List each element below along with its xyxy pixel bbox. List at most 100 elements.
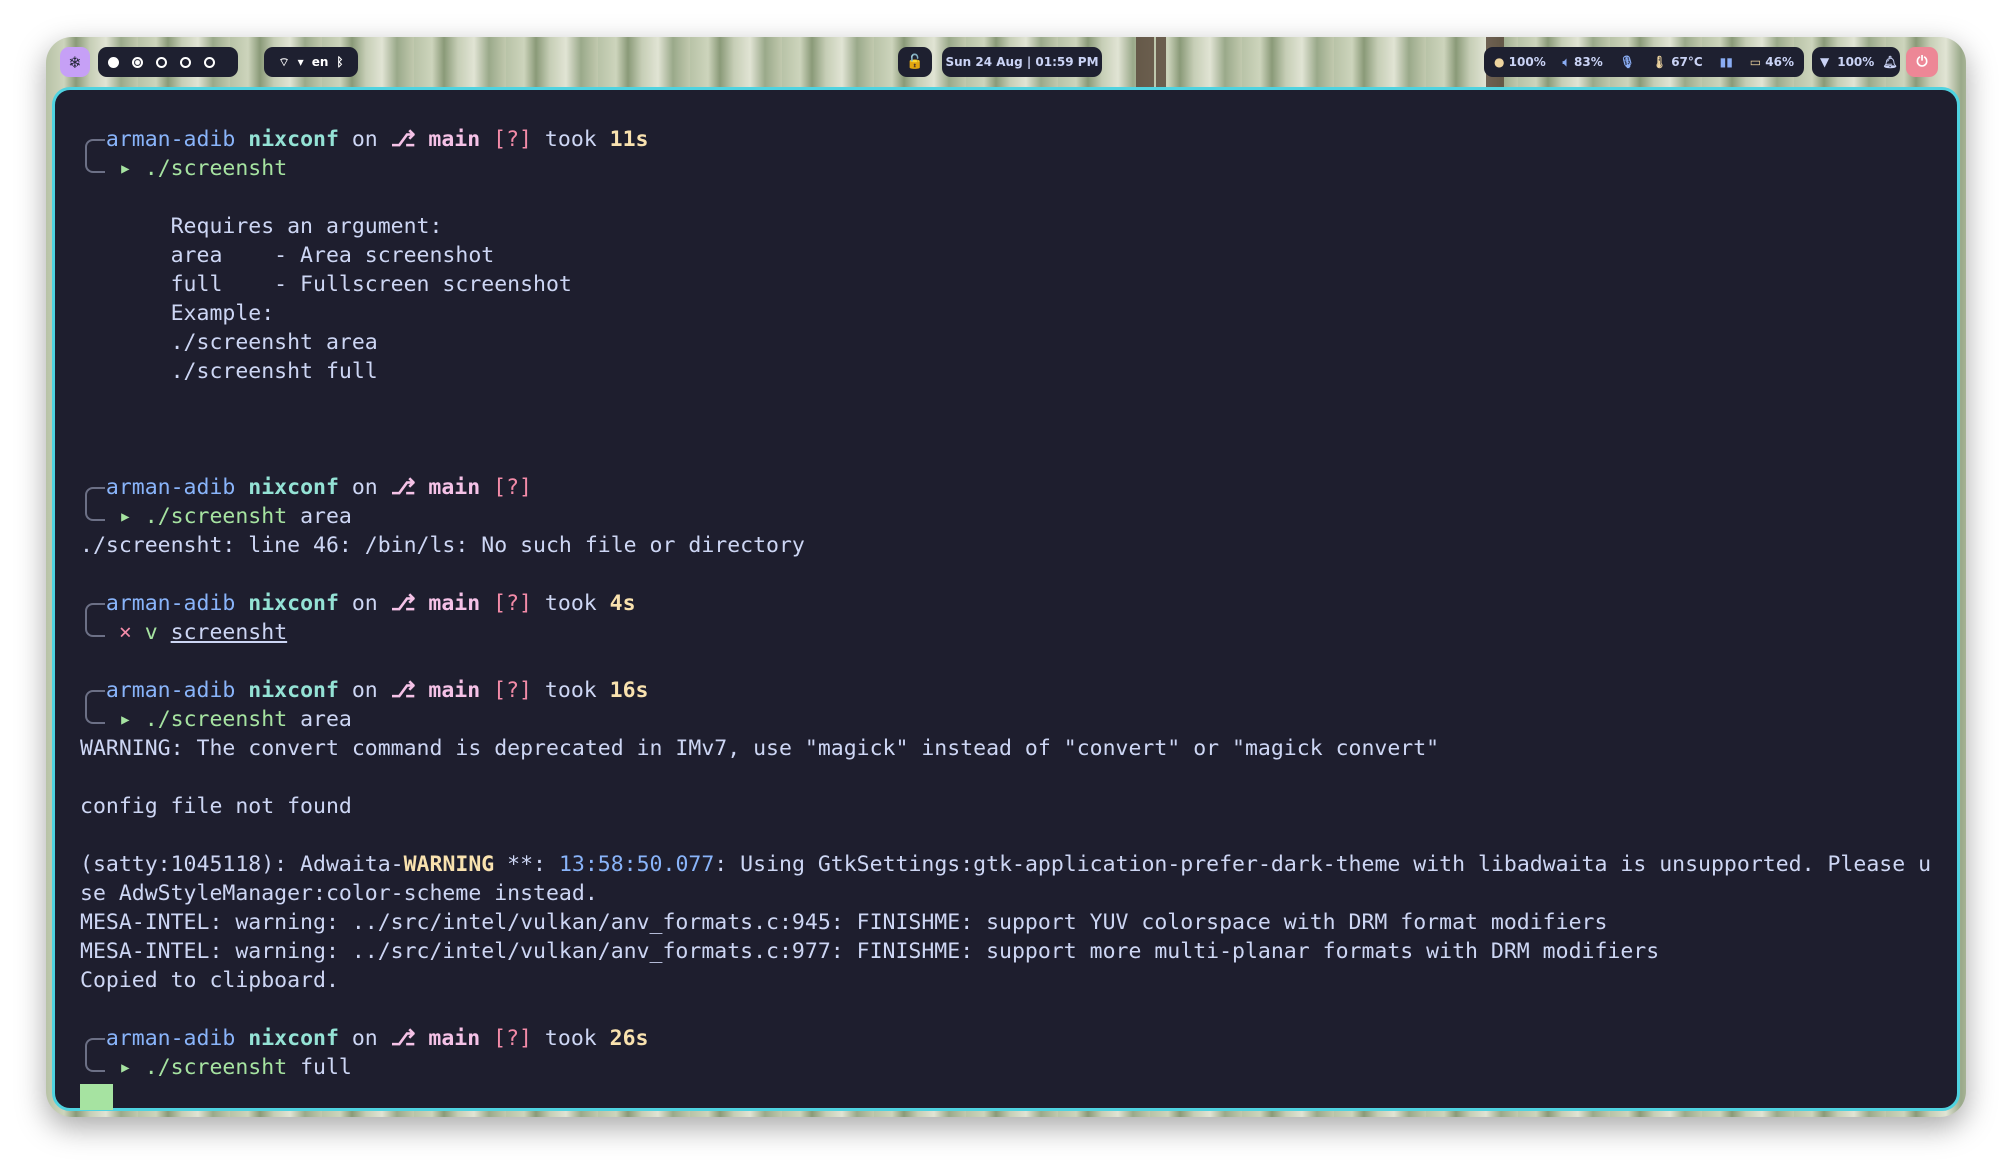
- nix-logo-icon[interactable]: ❄: [60, 47, 90, 77]
- prompt-arrow-icon: ▸: [118, 504, 132, 529]
- output-text: area - Area screenshot: [80, 243, 495, 268]
- cursor-line: [80, 1082, 1931, 1111]
- workspace-switcher[interactable]: [98, 47, 238, 77]
- command-indent: [80, 1055, 119, 1080]
- workspace-3[interactable]: [156, 56, 167, 68]
- command-line: ▸ ./screensht area: [80, 502, 1931, 531]
- prompt-took-label: took: [531, 1026, 610, 1051]
- workspace-5[interactable]: [204, 56, 215, 68]
- temperature-indicator: 🌡︎ 67°C: [1651, 55, 1703, 69]
- command-args: area: [287, 707, 352, 732]
- output-line: full - Fullscreen screenshot: [80, 270, 1931, 299]
- output-line: ./screensht: line 46: /bin/ls: No such f…: [80, 531, 1931, 560]
- output-text: Requires an argument:: [80, 214, 443, 239]
- prompt-user: arman-adib: [105, 678, 236, 703]
- prompt-status: [?]: [493, 475, 532, 500]
- wifi-signal-icon: ▼: [1820, 55, 1830, 69]
- output-text: WARNING: The convert command is deprecat…: [80, 736, 1440, 761]
- prompt-host: nixconf: [248, 678, 339, 703]
- notification-bell-icon[interactable]: 🔔︎: [1882, 55, 1897, 69]
- command-name: ./screensht: [144, 1055, 288, 1080]
- language-indicator[interactable]: en: [312, 55, 329, 69]
- command-name: ./screensht: [144, 707, 288, 732]
- wifi-status[interactable]: ▼ 100% 🔔︎: [1812, 47, 1900, 77]
- battery-indicator: ▭ 46%: [1749, 55, 1794, 69]
- command-args: area: [287, 504, 352, 529]
- wifi-strength: 100%: [1837, 55, 1875, 69]
- output-text: Example:: [80, 301, 275, 326]
- output-line: WARNING: The convert command is deprecat…: [80, 734, 1931, 763]
- terminal-cursor: [80, 1084, 113, 1110]
- output-line: MESA-INTEL: warning: ../src/intel/vulkan…: [80, 937, 1931, 966]
- desktop: ❄ ⌔ ▾ en ᛒ 🔓 Sun 24 Aug | 01:59 PM ● 100…: [46, 37, 1966, 1117]
- workspace-2[interactable]: [132, 56, 143, 68]
- bluetooth-icon[interactable]: ᛒ: [336, 55, 343, 69]
- command-name: ./screensht: [144, 156, 288, 181]
- output-text: **:: [494, 852, 559, 877]
- clock[interactable]: Sun 24 Aug | 01:59 PM: [942, 47, 1102, 77]
- output-line: se AdwStyleManager:color-scheme instead.: [80, 879, 1931, 908]
- workspace-4[interactable]: [180, 56, 191, 68]
- workspace-1[interactable]: [108, 56, 119, 68]
- prompt-took-label: took: [531, 591, 610, 616]
- prompt-error-icon: ×: [118, 620, 132, 645]
- prompt-user: arman-adib: [105, 591, 236, 616]
- output-line: config file not found: [80, 792, 1931, 821]
- output-line: Example:: [80, 299, 1931, 328]
- prompt-on: on: [338, 1026, 391, 1051]
- volume-indicator[interactable]: 🔈︎ 83%: [1563, 55, 1603, 70]
- prompt-on: on: [338, 127, 391, 152]
- output-text: se AdwStyleManager:color-scheme instead.: [80, 881, 598, 906]
- prompt-branch: ⎇ main: [390, 1026, 481, 1051]
- vpn-icon[interactable]: ▾: [298, 55, 304, 69]
- prompt-line: arman-adib nixconf on ⎇ main [?]: [80, 473, 1931, 521]
- command-name: ./screensht: [144, 504, 288, 529]
- power-icon[interactable]: ⏻: [1906, 47, 1938, 77]
- cpu-graph-icon[interactable]: ▮▮: [1720, 55, 1733, 69]
- brightness-indicator[interactable]: ● 100%: [1494, 55, 1546, 69]
- terminal-output: arman-adib nixconf on ⎇ main [?] took 11…: [80, 125, 1931, 1111]
- output-line: Copied to clipboard.: [80, 966, 1931, 995]
- command-line: ▸ ./screensht full: [80, 1053, 1931, 1082]
- output-text: (satty:1045118): Adwaita-: [80, 852, 404, 877]
- wifi-icon[interactable]: ⌔: [278, 55, 289, 70]
- command-indent: [80, 620, 119, 645]
- prompt-host: nixconf: [248, 475, 339, 500]
- log-timestamp: 13:58:50.077: [558, 852, 715, 877]
- microphone-icon[interactable]: 🎙︎: [1620, 55, 1635, 69]
- prompt-user: arman-adib: [105, 127, 236, 152]
- output-text: MESA-INTEL: warning: ../src/intel/vulkan…: [80, 910, 1608, 935]
- prompt-took-duration: 26s: [609, 1026, 649, 1051]
- warning-label: WARNING: [403, 852, 495, 877]
- command-indent: [80, 504, 119, 529]
- prompt-branch: ⎇ main: [390, 475, 481, 500]
- output-text: Copied to clipboard.: [80, 968, 339, 993]
- output-line: ./screensht full: [80, 357, 1931, 386]
- prompt-status: [?]: [493, 591, 532, 616]
- prompt-host: nixconf: [248, 1026, 339, 1051]
- output-text: full - Fullscreen screenshot: [80, 272, 572, 297]
- lock-icon[interactable]: 🔓: [898, 47, 932, 77]
- prompt-status: [?]: [493, 127, 532, 152]
- network-tray[interactable]: ⌔ ▾ en ᛒ: [264, 47, 358, 77]
- terminal-window[interactable]: arman-adib nixconf on ⎇ main [?] took 11…: [52, 87, 1960, 1111]
- prompt-on: on: [338, 678, 391, 703]
